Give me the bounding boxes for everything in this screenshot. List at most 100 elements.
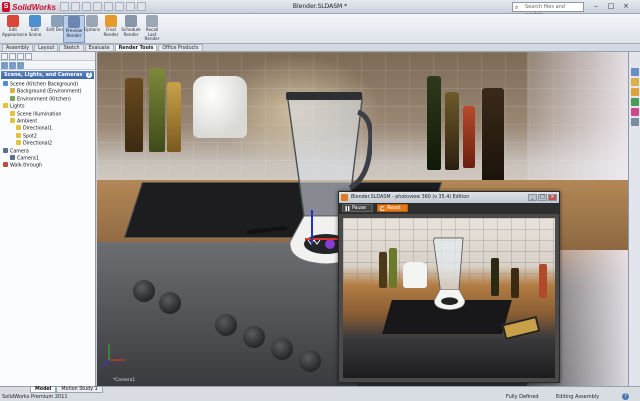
preview-render-icon — [68, 16, 80, 28]
bottle-image — [427, 76, 441, 170]
photoview-minimize-button[interactable]: _ — [528, 194, 537, 201]
background-icon — [10, 88, 15, 94]
tab-office-products[interactable]: Office Products — [158, 44, 203, 51]
kettle-image — [193, 76, 247, 138]
tree-item-camera[interactable]: Camera — [0, 147, 95, 155]
photoview-title-bar[interactable]: Blender.SLDASM - photoview 360 (v 35.4) … — [339, 192, 559, 203]
model-tabs: Model Motion Study 1 — [30, 387, 103, 393]
ribbon-label: Final Render — [103, 27, 119, 37]
bottle-image — [149, 68, 165, 152]
tab-render-tools[interactable]: Render Tools — [114, 44, 158, 51]
display-manager-tab-icon[interactable] — [25, 53, 32, 60]
render-bottle — [389, 248, 397, 288]
render-bottle — [539, 264, 547, 298]
panel-tab-strip — [0, 52, 95, 61]
appearances-icon[interactable] — [630, 108, 639, 116]
pause-label: Pause — [352, 206, 367, 211]
y-axis-handle[interactable] — [311, 210, 313, 244]
light-bulb-icon — [16, 125, 21, 131]
recall-last-render-button[interactable]: Recall Last Render — [141, 15, 163, 43]
photoview-rendered-image — [343, 218, 555, 378]
bottle-image — [463, 106, 475, 168]
tab-model[interactable]: Model — [30, 387, 57, 393]
oven-knob — [299, 350, 321, 372]
definition-state: Fully Defined — [506, 394, 539, 400]
tree-item-scene-illumination[interactable]: Scene Illumination — [0, 110, 95, 118]
photoview-icon — [341, 194, 348, 201]
reset-icon — [380, 206, 385, 211]
file-explorer-icon[interactable] — [630, 88, 639, 96]
edit-appearance-button[interactable]: Edit Appearance — [2, 15, 27, 43]
tree-label: Spot2 — [23, 134, 37, 140]
reset-button[interactable]: Reset — [377, 204, 408, 212]
ribbon-label: Recall Last Render — [144, 27, 160, 42]
final-render-button[interactable]: Final Render — [100, 15, 122, 43]
ribbon-label: Edit Scene — [28, 27, 42, 37]
property-manager-tab-icon[interactable] — [9, 53, 16, 60]
view-palette-icon[interactable] — [630, 98, 639, 106]
schedule-icon — [125, 15, 137, 27]
render-blender — [433, 237, 466, 310]
help-icon[interactable]: ? — [86, 72, 92, 78]
tree-item-environment[interactable]: Environment (Kitchen) — [0, 95, 95, 103]
oven-knob — [159, 292, 181, 314]
tab-assembly[interactable]: Assembly — [2, 44, 34, 51]
tree-label: Camera — [10, 149, 29, 155]
render-bottle — [491, 258, 499, 296]
configuration-tab-icon[interactable] — [17, 53, 24, 60]
tab-layout[interactable]: Layout — [34, 44, 59, 51]
pause-icon — [345, 206, 350, 211]
tree-item-lights[interactable]: Lights — [0, 103, 95, 110]
scene-lights-view-icon[interactable] — [17, 62, 24, 69]
tree-label: Scene (Kitchen Background) — [10, 82, 79, 88]
minimize-button[interactable]: – — [590, 2, 602, 11]
feature-tree-tab-icon[interactable] — [1, 53, 8, 60]
tree-item-walk-through[interactable]: Walk-through — [0, 162, 95, 169]
oven-knob — [243, 326, 265, 348]
tree-item-ambient[interactable]: Ambient — [0, 117, 95, 125]
edit-scene-button[interactable]: Edit Scene — [24, 15, 46, 43]
bottle-image — [445, 92, 459, 170]
appearances-view-icon[interactable] — [1, 62, 8, 69]
tree-item-background[interactable]: Background (Environment) — [0, 88, 95, 95]
tree-item-scene[interactable]: Scene (Kitchen Background) — [0, 81, 95, 88]
photoview-close-button[interactable]: × — [548, 194, 557, 201]
tree-item-directional2[interactable]: Directional2 — [0, 140, 95, 147]
photoview-maximize-button[interactable]: □ — [538, 194, 547, 201]
help-icon[interactable]: ? — [622, 393, 629, 400]
decals-view-icon[interactable] — [9, 62, 16, 69]
tab-sketch[interactable]: Sketch — [59, 44, 84, 51]
photoview-render-window: Blender.SLDASM - photoview 360 (v 35.4) … — [338, 191, 560, 383]
search-input[interactable]: ⌕ Search files and models — [512, 2, 584, 18]
tree-label: Scene Illumination — [17, 112, 62, 118]
restore-button[interactable]: □ — [605, 2, 617, 11]
tree-item-directional1[interactable]: Directional1 — [0, 125, 95, 132]
scene-icon — [29, 15, 41, 27]
tab-evaluate[interactable]: Evaluate — [84, 44, 114, 51]
close-button[interactable]: × — [620, 2, 632, 11]
final-render-icon — [105, 15, 117, 27]
tree-item-camera1[interactable]: Camera1 — [0, 154, 95, 162]
tree-label: Camera1 — [17, 156, 39, 162]
light-bulb-icon — [16, 140, 21, 146]
panel-header: Scene, Lights, and Cameras ? — [1, 71, 94, 79]
resources-icon[interactable] — [630, 68, 639, 76]
bottle-image — [167, 82, 181, 152]
appearance-icon — [7, 15, 19, 27]
tree-label: Environment (Kitchen) — [17, 97, 71, 103]
options-icon — [86, 15, 98, 27]
bottle-image — [482, 88, 504, 184]
tab-motion-study[interactable]: Motion Study 1 — [56, 387, 103, 393]
render-kettle — [403, 262, 427, 288]
recall-icon — [146, 15, 158, 27]
design-library-icon[interactable] — [630, 78, 639, 86]
pause-button[interactable]: Pause — [342, 204, 374, 212]
tree-item-spot2[interactable]: Spot2 — [0, 132, 95, 140]
scene-tree: Scene (Kitchen Background) Background (E… — [0, 80, 95, 170]
render-bottle — [379, 252, 387, 288]
walk-through-icon — [3, 162, 8, 168]
schedule-render-button[interactable]: Schedule Render — [120, 15, 142, 43]
custom-properties-icon[interactable] — [630, 118, 639, 126]
tree-label: Directional1 — [23, 126, 52, 132]
command-manager-ribbon: Edit Appearance Edit Scene Edit Decal Pr… — [0, 14, 640, 44]
